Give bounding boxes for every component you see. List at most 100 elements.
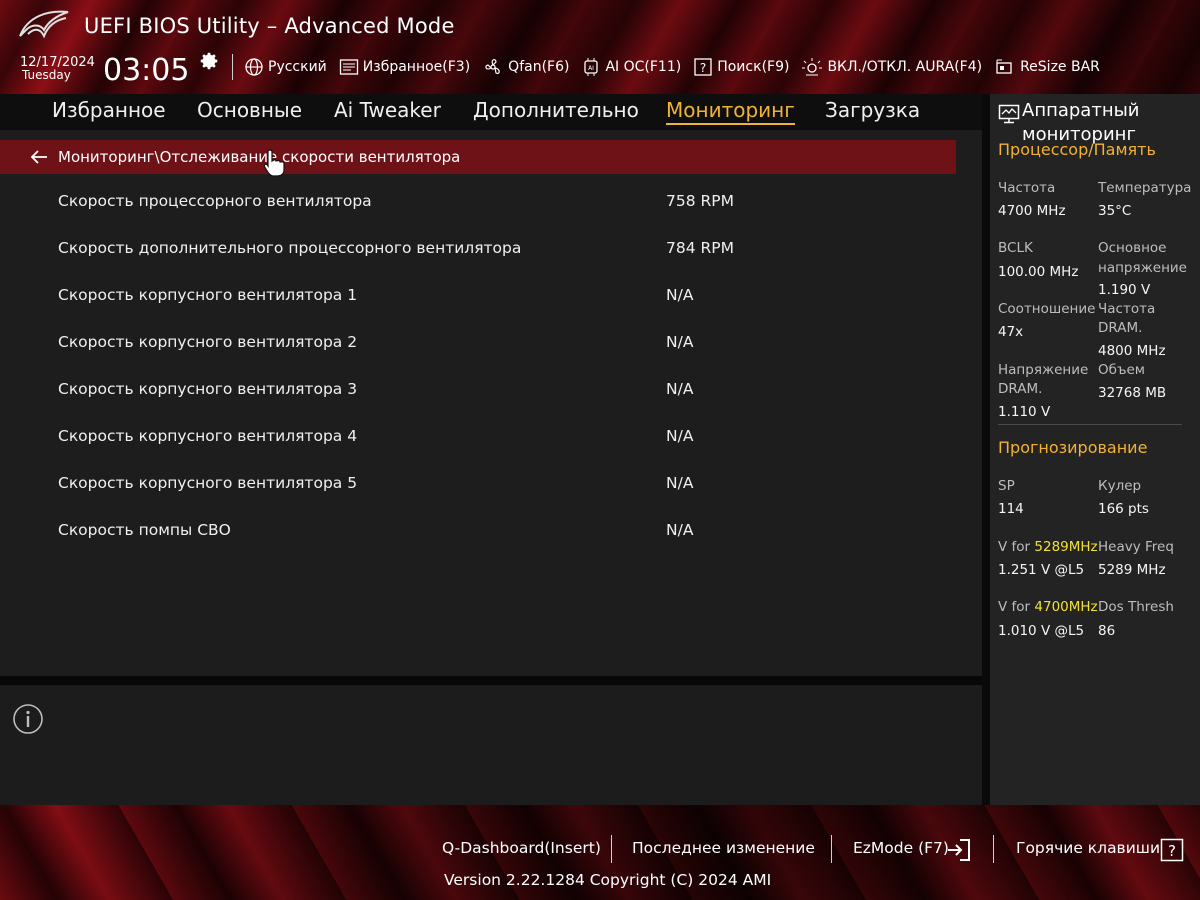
vfor-high-freq: 5289MHz: [1034, 539, 1098, 555]
day-display: Tuesday: [22, 68, 71, 82]
cooler-label: Кулер: [1098, 478, 1142, 494]
tab-advanced[interactable]: Дополнительно: [473, 98, 639, 122]
panel-divider: [0, 676, 982, 685]
fan-row-value: 784 RPM: [666, 239, 735, 257]
dram-freq-label-2: DRAM.: [1098, 320, 1143, 336]
core-voltage-value: 1.190 V: [1098, 282, 1151, 298]
globe-icon: [245, 58, 263, 76]
exit-to-ezmode-icon[interactable]: [946, 838, 972, 862]
fan-row-pump[interactable]: Скорость помпы СВО N/A: [0, 513, 960, 549]
search-button[interactable]: ? Поиск(F9): [693, 57, 789, 77]
fan-row-label: Скорость корпусного вентилятора 2: [58, 333, 358, 351]
qfan-button[interactable]: Qfan(F6): [482, 57, 569, 77]
ai-oc-label: AI OC(F11): [605, 59, 682, 75]
cpu-memory-section-title: Процессор/Память: [998, 140, 1156, 159]
footer-bar: Q-Dashboard(Insert) Последнее изменение …: [0, 805, 1200, 900]
favorites-button[interactable]: Избранное(F3): [339, 58, 470, 76]
fan-row-chassis-1[interactable]: Скорость корпусного вентилятора 1 N/A: [0, 278, 960, 314]
dos-thresh-label: Dos Thresh: [1098, 599, 1174, 615]
monitor-separator: [998, 424, 1182, 425]
tab-monitor[interactable]: Мониторинг: [666, 98, 795, 125]
fan-row-cpu[interactable]: Скорость процессорного вентилятора 758 R…: [0, 184, 960, 220]
language-button[interactable]: Русский: [244, 57, 327, 77]
aura-label: ВКЛ./ОТКЛ. AURA(F4): [827, 59, 983, 75]
q-dashboard-button[interactable]: Q-Dashboard(Insert): [442, 839, 601, 857]
sp-value: 114: [998, 501, 1024, 517]
svg-text:?: ?: [700, 61, 706, 75]
dram-freq-value: 4800 MHz: [1098, 343, 1166, 359]
language-label: Русский: [268, 59, 327, 75]
vfor-low-freq: 4700MHz: [1034, 599, 1098, 615]
tab-ai-tweaker[interactable]: Ai Tweaker: [334, 98, 441, 122]
heavy-freq-value: 5289 MHz: [1098, 562, 1166, 578]
last-change-button[interactable]: Последнее изменение: [632, 839, 815, 857]
favorites-label: Избранное(F3): [362, 59, 471, 75]
ai-oc-button[interactable]: AI AI OC(F11): [581, 57, 681, 77]
fan-row-chassis-4[interactable]: Скорость корпусного вентилятора 4 N/A: [0, 419, 960, 455]
fan-row-value: N/A: [666, 286, 694, 304]
info-icon: [13, 704, 43, 734]
gear-icon[interactable]: [198, 50, 220, 72]
fan-row-label: Скорость дополнительного процессорного в…: [58, 239, 522, 257]
cpu-freq-label: Частота: [998, 180, 1056, 196]
monitor-title-line1: Аппаратный: [1022, 100, 1140, 121]
fan-row-cpu-opt[interactable]: Скорость дополнительного процессорного в…: [0, 231, 960, 267]
cpu-temp-value: 35°C: [1098, 203, 1132, 219]
aura-button[interactable]: ВКЛ./ОТКЛ. AURA(F4): [801, 57, 982, 77]
time-display: 03:05: [103, 53, 190, 88]
vfor-low-value: 1.010 V @L5: [998, 623, 1085, 639]
svg-text:?: ?: [1168, 842, 1176, 860]
bclk-value: 100.00 MHz: [998, 264, 1079, 280]
hotkeys-button[interactable]: Горячие клавиши: [1016, 839, 1160, 857]
core-voltage-label-2: напряжение: [1098, 260, 1187, 276]
search-label: Поиск(F9): [717, 59, 790, 75]
dram-voltage-label-2: DRAM.: [998, 381, 1043, 397]
ratio-value: 47x: [998, 324, 1024, 340]
help-box-icon[interactable]: ?: [1160, 838, 1184, 862]
fan-row-value: N/A: [666, 474, 694, 492]
toolbar: Русский Избранное(F3) Qfan(F6) AI AI OC(…: [244, 55, 1112, 79]
header-bar: UEFI BIOS Utility – Advanced Mode 12/17/…: [0, 0, 1200, 94]
app-title: UEFI BIOS Utility – Advanced Mode: [84, 14, 455, 38]
dram-voltage-label: Напряжение: [998, 362, 1089, 378]
dram-freq-label: Частота: [1098, 301, 1156, 317]
header-separator: [232, 54, 233, 80]
vfor-high-label: V for 5289MHz: [998, 537, 1098, 557]
fan-row-label: Скорость помпы СВО: [58, 521, 231, 539]
capacity-label: Объем: [1098, 362, 1145, 378]
fan-icon: [485, 59, 501, 74]
fan-row-label: Скорость корпусного вентилятора 1: [58, 286, 358, 304]
bclk-label: BCLK: [998, 240, 1033, 256]
core-voltage-label: Основное: [1098, 240, 1167, 256]
main-panel: Мониторинг\Отслеживание скорости вентиля…: [0, 130, 982, 676]
prediction-section-title: Прогнозирование: [998, 438, 1148, 457]
fan-row-chassis-2[interactable]: Скорость корпусного вентилятора 2 N/A: [0, 325, 960, 361]
monitor-icon: [998, 104, 1020, 124]
back-arrow-icon[interactable]: [30, 149, 48, 165]
hardware-monitor-panel: Аппаратный мониторинг Процессор/Память Ч…: [990, 94, 1200, 805]
fan-row-chassis-5[interactable]: Скорость корпусного вентилятора 5 N/A: [0, 466, 960, 502]
capacity-value: 32768 MB: [1098, 385, 1167, 401]
breadcrumb[interactable]: Мониторинг\Отслеживание скорости вентиля…: [0, 140, 956, 174]
fan-row-value: N/A: [666, 380, 694, 398]
vfor-high-prefix: V for: [998, 539, 1035, 555]
fan-row-chassis-3[interactable]: Скорость корпусного вентилятора 3 N/A: [0, 372, 960, 408]
resize-bar-button[interactable]: ReSize BAR: [994, 57, 1100, 77]
footer-separator: [831, 835, 832, 863]
main-nav: Избранное Основные Ai Tweaker Дополнител…: [0, 94, 982, 130]
vfor-high-value: 1.251 V @L5: [998, 562, 1085, 578]
vfor-low-label: V for 4700MHz: [998, 597, 1098, 617]
version-text: Version 2.22.1284 Copyright (C) 2024 AMI: [444, 871, 772, 889]
ezmode-button[interactable]: EzMode (F7): [853, 839, 949, 857]
ratio-label: Соотношение: [998, 301, 1096, 317]
monitor-panel-edge: [982, 94, 990, 805]
fan-row-label: Скорость корпусного вентилятора 4: [58, 427, 358, 445]
aura-icon: [802, 58, 823, 76]
fan-row-label: Скорость корпусного вентилятора 3: [58, 380, 358, 398]
tab-favorites[interactable]: Избранное: [52, 98, 166, 122]
qfan-label: Qfan(F6): [508, 59, 570, 75]
tab-boot[interactable]: Загрузка: [825, 98, 920, 122]
tab-main[interactable]: Основные: [197, 98, 302, 122]
chip-icon: AI: [584, 58, 599, 76]
rog-logo-icon: [19, 10, 69, 39]
